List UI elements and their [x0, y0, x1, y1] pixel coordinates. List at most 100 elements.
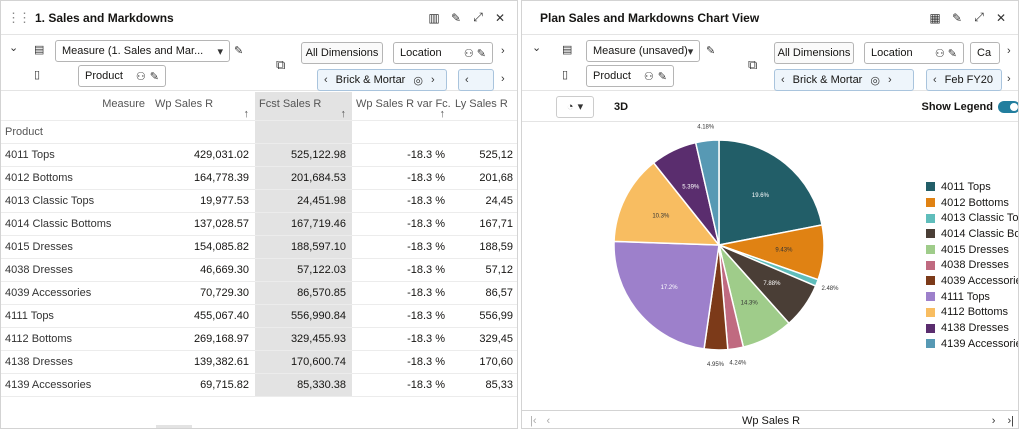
product-dimension[interactable]: Product ⚇ ✎: [586, 65, 674, 87]
table-cell[interactable]: 19,977.53: [151, 189, 255, 213]
table-cell[interactable]: 167,719.46: [255, 212, 352, 236]
show-legend-toggle[interactable]: [998, 100, 1018, 113]
table-cell[interactable]: 455,067.40: [151, 304, 255, 328]
table-row[interactable]: 4111 Tops 455,067.40 556,990.84 -18.3 % 556,…: [1, 304, 517, 328]
scroll-right-2-icon[interactable]: ›: [1007, 73, 1011, 85]
table-cell[interactable]: 46,669.30: [151, 258, 255, 282]
calendar-dimension[interactable]: Ca: [970, 42, 1000, 64]
location-hierarchy-icon[interactable]: ⚇: [935, 47, 945, 60]
edit-icon[interactable]: ✎: [445, 11, 467, 25]
location-navigator[interactable]: ‹ Brick & Mortar ◎ ›: [317, 69, 447, 91]
table-row[interactable]: 4139 Accessories 69,715.82 85,330.38 -18.3 …: [1, 373, 517, 397]
table-cell[interactable]: -18.3 %: [352, 143, 451, 167]
pie-slice[interactable]: [613, 240, 720, 350]
legend-item[interactable]: 4012 Bottoms: [926, 195, 1018, 211]
pivot-icon[interactable]: ⧉: [748, 57, 757, 73]
table-cell[interactable]: 24,45: [451, 189, 517, 213]
target-icon[interactable]: ◎: [413, 74, 423, 87]
table-cell[interactable]: 154,085.82: [151, 235, 255, 259]
table-cell[interactable]: 329,45: [451, 327, 517, 351]
column-header[interactable]: Wp Sales R ↑: [151, 92, 255, 121]
grid-view-icon[interactable]: ▦: [924, 11, 946, 25]
table-cell[interactable]: 70,729.30: [151, 281, 255, 305]
close-icon[interactable]: ✕: [489, 11, 511, 25]
measure-dimension-select[interactable]: Measure (unsaved) ▾: [586, 40, 700, 62]
table-cell[interactable]: -18.3 %: [352, 304, 451, 328]
table-cell[interactable]: -18.3 %: [352, 235, 451, 259]
legend-item[interactable]: 4139 Accessories: [926, 336, 1018, 352]
edit-location-icon[interactable]: ✎: [948, 47, 957, 60]
table-cell[interactable]: 69,715.82: [151, 373, 255, 397]
edit-measure-icon[interactable]: ✎: [706, 44, 715, 57]
table-row[interactable]: 4138 Dresses 139,382.61 170,600.74 -18.3 % 1…: [1, 350, 517, 374]
pivot-icon[interactable]: ⧉: [276, 57, 285, 73]
edit-product-icon[interactable]: ✎: [150, 70, 159, 83]
table-cell[interactable]: -18.3 %: [352, 373, 451, 397]
location-dimension[interactable]: Location ⚇ ✎: [393, 42, 493, 64]
table-cell[interactable]: 167,71: [451, 212, 517, 236]
hierarchy-icon[interactable]: ⚇: [644, 70, 654, 83]
table-cell[interactable]: 85,330.38: [255, 373, 352, 397]
table-cell[interactable]: -18.3 %: [352, 166, 451, 190]
legend-item[interactable]: 4013 Classic Tops: [926, 210, 1018, 226]
legend-item[interactable]: 4111 Tops: [926, 289, 1018, 305]
scroll-right-2-icon[interactable]: ›: [501, 73, 505, 85]
table-cell[interactable]: 170,600.74: [255, 350, 352, 374]
hierarchy-icon[interactable]: ⚇: [136, 70, 146, 83]
table-cell[interactable]: 556,990.84: [255, 304, 352, 328]
table-row[interactable]: 4015 Dresses 154,085.82 188,597.10 -18.3 % 1…: [1, 235, 517, 259]
expand-icon[interactable]: ⤢: [467, 10, 489, 25]
edit-product-icon[interactable]: ✎: [658, 70, 667, 83]
table-row[interactable]: 4038 Dresses 46,669.30 57,122.03 -18.3 % 57,…: [1, 258, 517, 282]
table-row[interactable]: 4112 Bottoms 269,168.97 329,455.93 -18.3 % 3…: [1, 327, 517, 351]
table-row[interactable]: 4039 Accessories 70,729.30 86,570.85 -18.3 …: [1, 281, 517, 305]
location-dimension[interactable]: Location ⚇ ✎: [864, 42, 964, 64]
legend-item[interactable]: 4038 Dresses: [926, 257, 1018, 273]
table-row[interactable]: 4011 Tops 429,031.02 525,122.98 -18.3 % 525,…: [1, 143, 517, 167]
collapse-chevron-icon[interactable]: ⌄: [532, 41, 541, 54]
product-dimension[interactable]: Product ⚇ ✎: [78, 65, 166, 87]
table-cell[interactable]: -18.3 %: [352, 189, 451, 213]
period-navigator[interactable]: ‹ Feb FY20: [926, 69, 1002, 91]
table-cell[interactable]: 188,597.10: [255, 235, 352, 259]
close-icon[interactable]: ✕: [990, 11, 1012, 25]
column-header[interactable]: Ly Sales R: [451, 92, 517, 121]
table-cell[interactable]: 525,122.98: [255, 143, 352, 167]
legend-item[interactable]: 4011 Tops: [926, 179, 1018, 195]
prev-period-icon[interactable]: ‹: [933, 74, 937, 86]
prev-location-icon[interactable]: ‹: [324, 74, 328, 86]
scroll-right-icon[interactable]: ›: [1007, 45, 1011, 57]
column-header[interactable]: Wp Sales R var Fc... ↑: [352, 92, 451, 121]
3d-toggle-button[interactable]: 3D: [614, 101, 628, 113]
legend-item[interactable]: 4138 Dresses: [926, 320, 1018, 336]
table-cell[interactable]: -18.3 %: [352, 350, 451, 374]
all-dimensions-button[interactable]: All Dimensions: [774, 42, 854, 64]
table-cell[interactable]: 201,684.53: [255, 166, 352, 190]
table-cell[interactable]: -18.3 %: [352, 327, 451, 351]
horizontal-scrollbar[interactable]: [156, 425, 192, 428]
prev-period-icon[interactable]: ‹: [465, 74, 469, 86]
table-row[interactable]: 4014 Classic Bottoms 137,028.57 167,719.46…: [1, 212, 517, 236]
table-cell[interactable]: 429,031.02: [151, 143, 255, 167]
measure-dimension-select[interactable]: Measure (1. Sales and Mar... ▾: [55, 40, 230, 62]
scroll-right-icon[interactable]: ›: [501, 45, 505, 57]
table-cell[interactable]: 170,60: [451, 350, 517, 374]
edit-measure-icon[interactable]: ✎: [234, 44, 243, 57]
first-page-icon[interactable]: |‹: [530, 415, 537, 427]
table-cell[interactable]: 269,168.97: [151, 327, 255, 351]
legend-item[interactable]: 4015 Dresses: [926, 242, 1018, 258]
last-page-icon[interactable]: ›|: [1007, 415, 1014, 427]
table-cell[interactable]: -18.3 %: [352, 281, 451, 305]
table-cell[interactable]: 201,68: [451, 166, 517, 190]
edit-icon[interactable]: ✎: [946, 11, 968, 25]
legend-item[interactable]: 4039 Accessories: [926, 273, 1018, 289]
expand-icon[interactable]: ⤢: [968, 10, 990, 25]
table-cell[interactable]: 86,57: [451, 281, 517, 305]
table-cell[interactable]: 57,12: [451, 258, 517, 282]
all-dimensions-button[interactable]: All Dimensions: [301, 42, 383, 64]
chart-type-button[interactable]: ◔ ▾: [556, 95, 594, 118]
table-cell[interactable]: 329,455.93: [255, 327, 352, 351]
location-hierarchy-icon[interactable]: ⚇: [464, 47, 474, 60]
edit-location-icon[interactable]: ✎: [477, 47, 486, 60]
legend-item[interactable]: 4014 Classic Bo...: [926, 226, 1018, 242]
